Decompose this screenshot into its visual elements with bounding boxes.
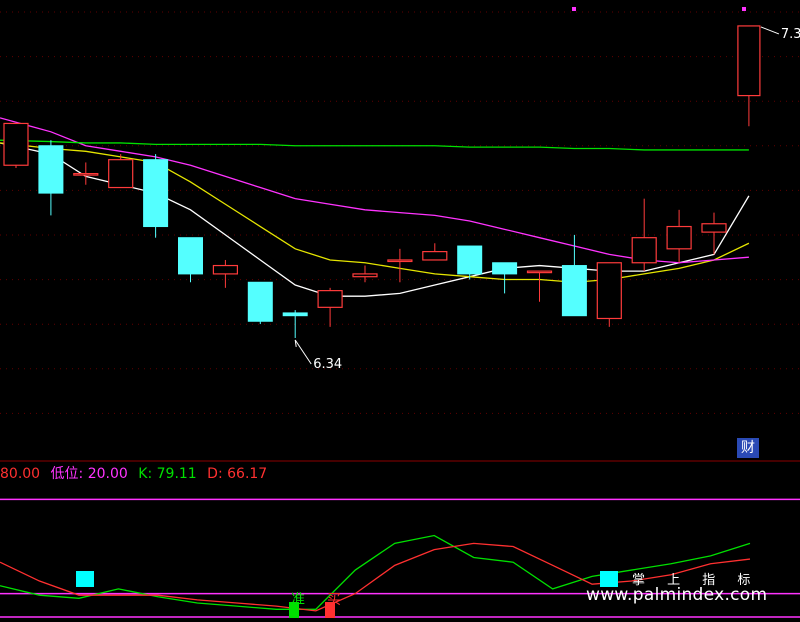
candle-body xyxy=(422,251,448,261)
marker-dot xyxy=(572,7,576,11)
candle-body xyxy=(247,281,273,322)
candle-body xyxy=(596,262,622,320)
stock-chart: 6.34 7.32 准 买 xyxy=(0,7,800,618)
legend-k-value: 79.11 xyxy=(156,466,197,482)
candle-body xyxy=(387,259,413,263)
moving-averages xyxy=(0,117,750,297)
high-arrow xyxy=(760,26,780,35)
candle-body xyxy=(3,122,29,166)
indicator-legend: 80.00 低位: 20.00 K: 79.11 D: 66.17 xyxy=(0,463,267,483)
price-annotations: 6.34 7.32 xyxy=(294,7,800,372)
marker-dot xyxy=(742,7,746,11)
candle-body xyxy=(212,264,238,275)
candle-body xyxy=(666,225,692,250)
legend-high: 80.00 xyxy=(0,466,41,482)
candle-body xyxy=(457,245,483,275)
legend-low-value: 20.00 xyxy=(87,466,128,482)
cyan-marker xyxy=(76,571,94,587)
candle-body xyxy=(282,312,308,317)
low-arrow xyxy=(294,339,312,365)
candle-body xyxy=(352,273,378,278)
candle-body xyxy=(561,265,587,317)
candle-body xyxy=(73,173,99,176)
candle-body xyxy=(108,159,134,189)
finance-badge[interactable]: 财 xyxy=(737,438,759,458)
candle-body xyxy=(701,223,727,233)
candle-body xyxy=(317,290,343,308)
candle-body xyxy=(737,25,761,97)
legend-low-label: 低位: xyxy=(50,466,84,482)
low-price-label: 6.34 xyxy=(313,357,342,372)
candle-body xyxy=(143,159,169,228)
signal-label: 准 xyxy=(291,592,305,608)
candle-body xyxy=(178,237,203,275)
ma-line xyxy=(0,139,749,151)
candles xyxy=(3,25,761,338)
candle-body xyxy=(631,237,657,264)
candle-body xyxy=(492,262,518,275)
high-price-label: 7.32 xyxy=(781,27,800,42)
legend-d-label: D: xyxy=(207,466,223,482)
candle-body xyxy=(526,270,553,274)
candle-body xyxy=(38,145,64,194)
legend-d-value: 66.17 xyxy=(227,466,268,482)
signal-label: 买 xyxy=(327,592,341,608)
watermark: www.palmindex.com xyxy=(586,585,768,605)
legend-k-label: K: xyxy=(138,466,153,482)
